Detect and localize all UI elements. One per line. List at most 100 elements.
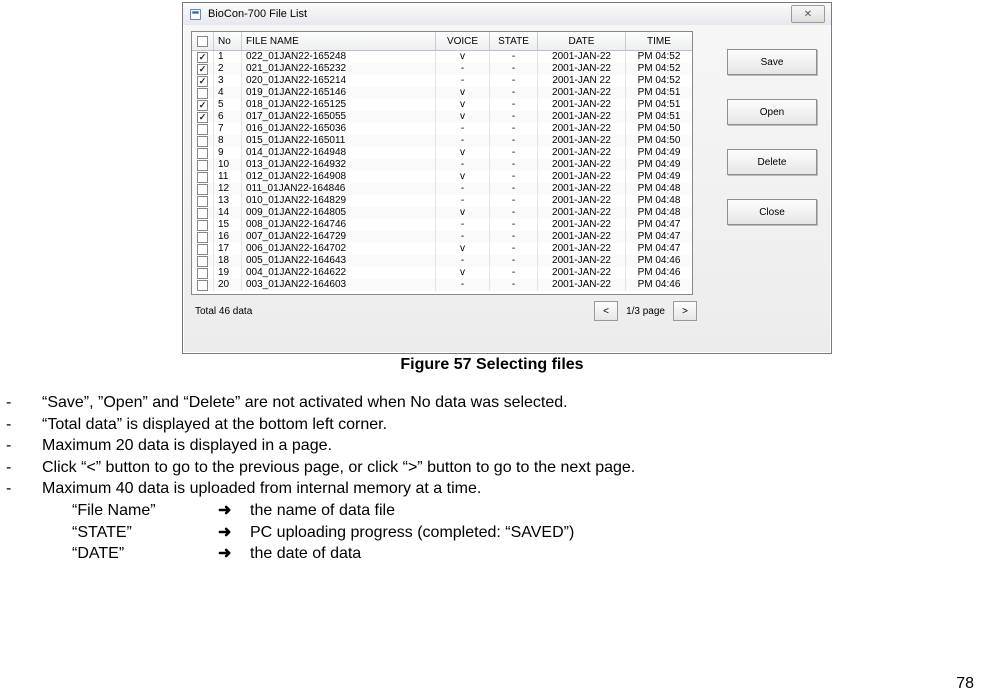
select-all-checkbox[interactable] (197, 36, 208, 47)
cell-time: PM 04:51 (626, 111, 692, 123)
table-row[interactable]: 4019_01JAN22-165146v-2001-JAN-22PM 04:51 (192, 87, 692, 99)
header-filename[interactable]: FILE NAME (242, 32, 436, 50)
table-row[interactable]: 8015_01JAN22-165011--2001-JAN-22PM 04:50 (192, 135, 692, 147)
figure-caption: Figure 57 Selecting files (0, 356, 984, 374)
page-indicator: 1/3 page (620, 306, 671, 317)
row-checkbox[interactable] (197, 268, 208, 279)
cell-no: 16 (214, 231, 242, 243)
delete-button[interactable]: Delete (727, 149, 817, 175)
row-checkbox[interactable] (197, 160, 208, 171)
cell-time: PM 04:52 (626, 75, 692, 87)
save-button[interactable]: Save (727, 49, 817, 75)
table-row[interactable]: 10013_01JAN22-164932--2001-JAN-22PM 04:4… (192, 159, 692, 171)
cell-filename: 011_01JAN22-164846 (242, 183, 436, 195)
header-checkbox-cell[interactable] (192, 32, 214, 50)
table-row[interactable]: ✓6017_01JAN22-165055v-2001-JAN-22PM 04:5… (192, 111, 692, 123)
row-checkbox[interactable]: ✓ (197, 112, 208, 123)
window-close-button[interactable]: ✕ (791, 5, 825, 23)
table-row[interactable]: ✓3020_01JAN22-165214--2001-JAN 22PM 04:5… (192, 75, 692, 87)
cell-state: - (490, 207, 538, 219)
cell-filename: 012_01JAN22-164908 (242, 171, 436, 183)
table-row[interactable]: 9014_01JAN22-164948v-2001-JAN-22PM 04:49 (192, 147, 692, 159)
cell-no: 19 (214, 267, 242, 279)
cell-voice: v (436, 267, 490, 279)
cell-time: PM 04:49 (626, 171, 692, 183)
cell-time: PM 04:49 (626, 159, 692, 171)
cell-no: 11 (214, 171, 242, 183)
table-row[interactable]: 7016_01JAN22-165036--2001-JAN-22PM 04:50 (192, 123, 692, 135)
prev-page-button[interactable]: < (594, 301, 618, 321)
cell-date: 2001-JAN-22 (538, 231, 626, 243)
table-row[interactable]: 19004_01JAN22-164622v-2001-JAN-22PM 04:4… (192, 267, 692, 279)
table-row[interactable]: 13010_01JAN22-164829--2001-JAN-22PM 04:4… (192, 195, 692, 207)
table-row[interactable]: 12011_01JAN22-164846--2001-JAN-22PM 04:4… (192, 183, 692, 195)
cell-date: 2001-JAN-22 (538, 207, 626, 219)
cell-filename: 003_01JAN22-164603 (242, 279, 436, 291)
row-checkbox[interactable] (197, 184, 208, 195)
row-checkbox[interactable] (197, 172, 208, 183)
cell-filename: 015_01JAN22-165011 (242, 135, 436, 147)
cell-filename: 009_01JAN22-164805 (242, 207, 436, 219)
row-checkbox[interactable] (197, 124, 208, 135)
cell-no: 8 (214, 135, 242, 147)
header-date[interactable]: DATE (538, 32, 626, 50)
cell-state: - (490, 63, 538, 75)
row-checkbox[interactable] (197, 280, 208, 291)
row-checkbox[interactable]: ✓ (197, 64, 208, 75)
table-row[interactable]: ✓1022_01JAN22-165248v-2001-JAN-22PM 04:5… (192, 51, 692, 63)
cell-filename: 008_01JAN22-164746 (242, 219, 436, 231)
cell-date: 2001-JAN-22 (538, 135, 626, 147)
cell-no: 15 (214, 219, 242, 231)
cell-date: 2001-JAN-22 (538, 123, 626, 135)
table-row[interactable]: ✓2021_01JAN22-165232--2001-JAN-22PM 04:5… (192, 63, 692, 75)
cell-date: 2001-JAN-22 (538, 219, 626, 231)
header-time[interactable]: TIME (626, 32, 692, 50)
header-no[interactable]: No (214, 32, 242, 50)
cell-time: PM 04:51 (626, 99, 692, 111)
cell-time: PM 04:47 (626, 243, 692, 255)
close-button[interactable]: Close (727, 199, 817, 225)
row-checkbox[interactable] (197, 244, 208, 255)
cell-date: 2001-JAN-22 (538, 183, 626, 195)
cell-time: PM 04:52 (626, 51, 692, 63)
cell-no: 7 (214, 123, 242, 135)
header-voice[interactable]: VOICE (436, 32, 490, 50)
row-checkbox[interactable] (197, 220, 208, 231)
row-checkbox[interactable] (197, 88, 208, 99)
row-checkbox[interactable] (197, 208, 208, 219)
cell-voice: - (436, 123, 490, 135)
cell-time: PM 04:49 (626, 147, 692, 159)
table-row[interactable]: 18005_01JAN22-164643--2001-JAN-22PM 04:4… (192, 255, 692, 267)
cell-filename: 020_01JAN22-165214 (242, 75, 436, 87)
cell-no: 4 (214, 87, 242, 99)
cell-filename: 018_01JAN22-165125 (242, 99, 436, 111)
cell-state: - (490, 135, 538, 147)
cell-no: 13 (214, 195, 242, 207)
row-checkbox[interactable]: ✓ (197, 100, 208, 111)
cell-date: 2001-JAN-22 (538, 279, 626, 291)
table-row[interactable]: 17006_01JAN22-164702v-2001-JAN-22PM 04:4… (192, 243, 692, 255)
next-page-button[interactable]: > (673, 301, 697, 321)
cell-voice: - (436, 183, 490, 195)
table-row[interactable]: 11012_01JAN22-164908v-2001-JAN-22PM 04:4… (192, 171, 692, 183)
row-checkbox[interactable]: ✓ (197, 52, 208, 63)
open-button[interactable]: Open (727, 99, 817, 125)
row-checkbox[interactable] (197, 148, 208, 159)
cell-state: - (490, 99, 538, 111)
cell-voice: v (436, 171, 490, 183)
cell-no: 14 (214, 207, 242, 219)
cell-state: - (490, 123, 538, 135)
row-checkbox[interactable] (197, 256, 208, 267)
row-checkbox[interactable] (197, 136, 208, 147)
row-checkbox[interactable]: ✓ (197, 76, 208, 87)
header-state[interactable]: STATE (490, 32, 538, 50)
row-checkbox[interactable] (197, 232, 208, 243)
table-row[interactable]: 15008_01JAN22-164746--2001-JAN-22PM 04:4… (192, 219, 692, 231)
table-row[interactable]: ✓5018_01JAN22-165125v-2001-JAN-22PM 04:5… (192, 99, 692, 111)
table-row[interactable]: 14009_01JAN22-164805v-2001-JAN-22PM 04:4… (192, 207, 692, 219)
table-row[interactable]: 20003_01JAN22-164603--2001-JAN-22PM 04:4… (192, 279, 692, 291)
field-description: “STATE”➜PC uploading progress (completed… (72, 522, 984, 544)
row-checkbox[interactable] (197, 196, 208, 207)
table-row[interactable]: 16007_01JAN22-164729--2001-JAN-22PM 04:4… (192, 231, 692, 243)
cell-date: 2001-JAN-22 (538, 267, 626, 279)
